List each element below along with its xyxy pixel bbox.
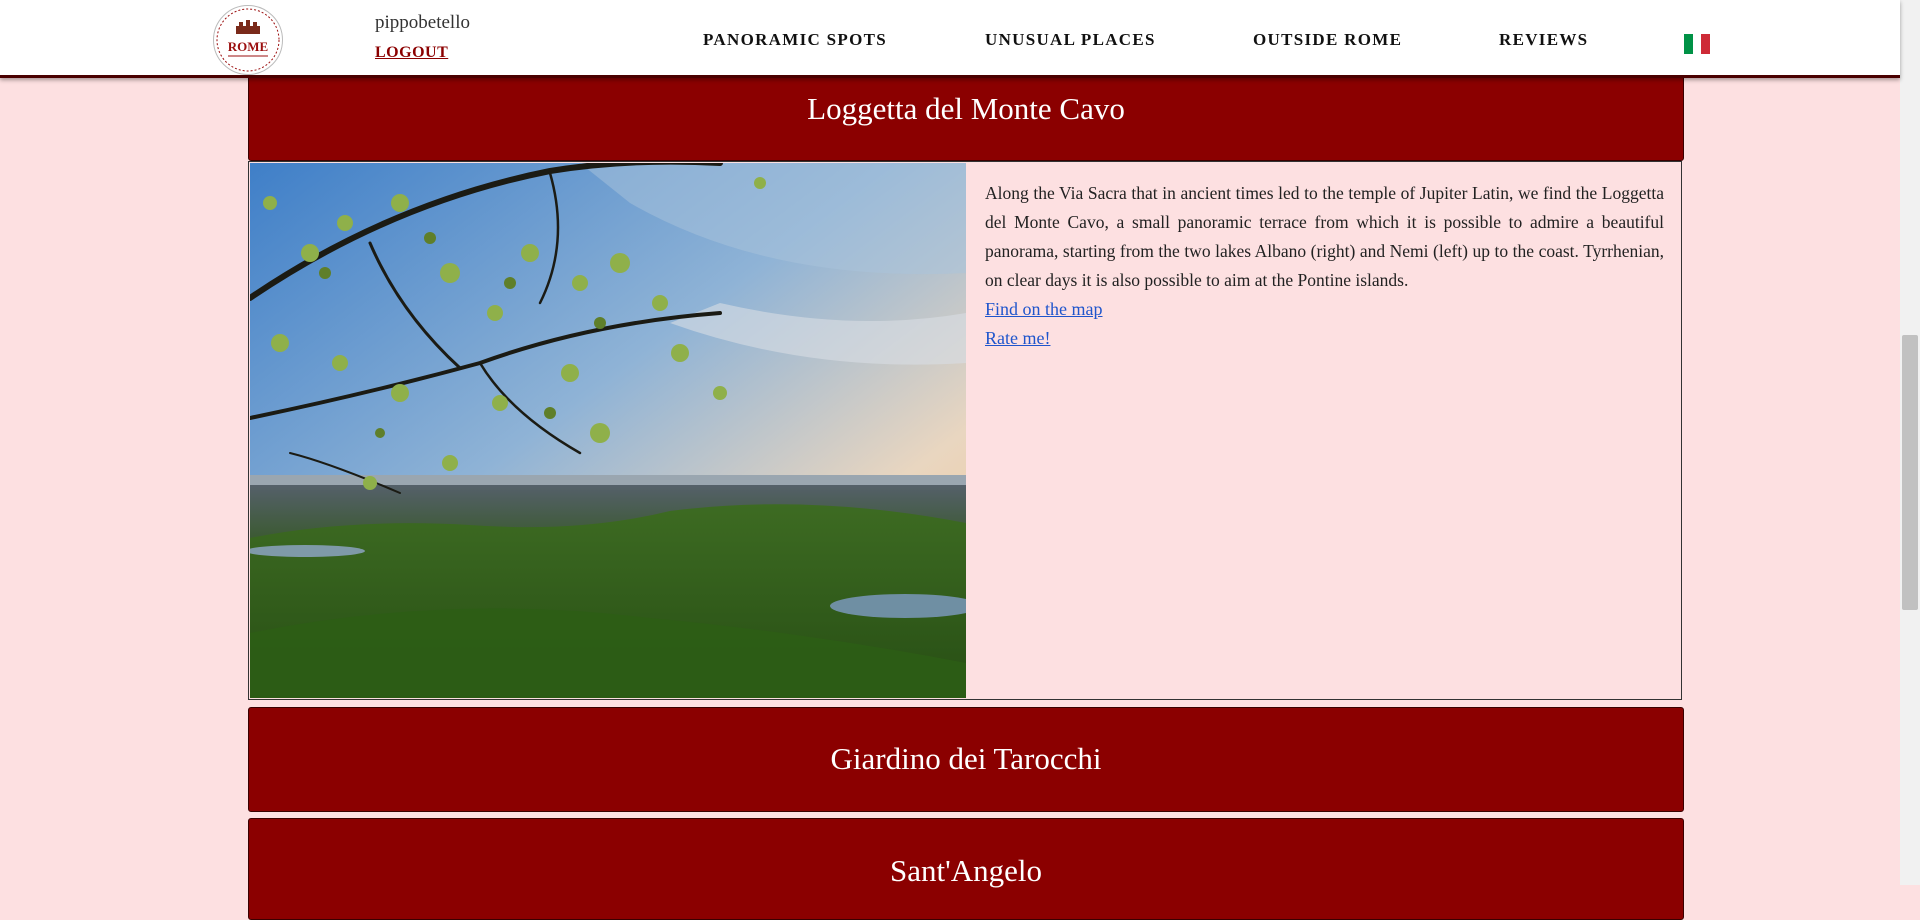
- site-logo[interactable]: ROME: [213, 5, 283, 75]
- place-title: Loggetta del Monte Cavo: [807, 91, 1125, 126]
- logout-link[interactable]: LOGOUT: [375, 44, 448, 62]
- place-title: Giardino dei Tarocchi: [830, 741, 1102, 776]
- description-text: Along the Via Sacra that in ancient time…: [985, 183, 1664, 290]
- nav-reviews[interactable]: REVIEWS: [1499, 30, 1588, 50]
- place-card-header-loggetta[interactable]: Loggetta del Monte Cavo: [248, 70, 1684, 161]
- nav-unusual-places[interactable]: UNUSUAL PLACES: [985, 30, 1156, 50]
- place-description: Along the Via Sacra that in ancient time…: [985, 179, 1664, 353]
- place-card-header-santangelo[interactable]: Sant'Angelo: [248, 818, 1684, 920]
- logo-text: ROME: [227, 39, 269, 54]
- nav-panoramic-spots[interactable]: PANORAMIC SPOTS: [703, 30, 887, 50]
- place-title: Sant'Angelo: [890, 853, 1042, 888]
- place-card-body-loggetta: Along the Via Sacra that in ancient time…: [248, 161, 1682, 700]
- italy-flag-icon[interactable]: [1684, 34, 1711, 54]
- find-on-map-link[interactable]: Find on the map: [985, 295, 1664, 324]
- place-card-header-giardino[interactable]: Giardino dei Tarocchi: [248, 707, 1684, 812]
- place-photo: [250, 163, 966, 698]
- top-navbar: ROME pippobetello LOGOUT PANORAMIC SPOTS…: [0, 0, 1900, 78]
- scrollbar-thumb[interactable]: [1902, 335, 1918, 610]
- panorama-image: [250, 163, 966, 698]
- rate-me-link[interactable]: Rate me!: [985, 324, 1664, 353]
- username-label: pippobetello: [375, 12, 470, 33]
- nav-outside-rome[interactable]: OUTSIDE ROME: [1253, 30, 1402, 50]
